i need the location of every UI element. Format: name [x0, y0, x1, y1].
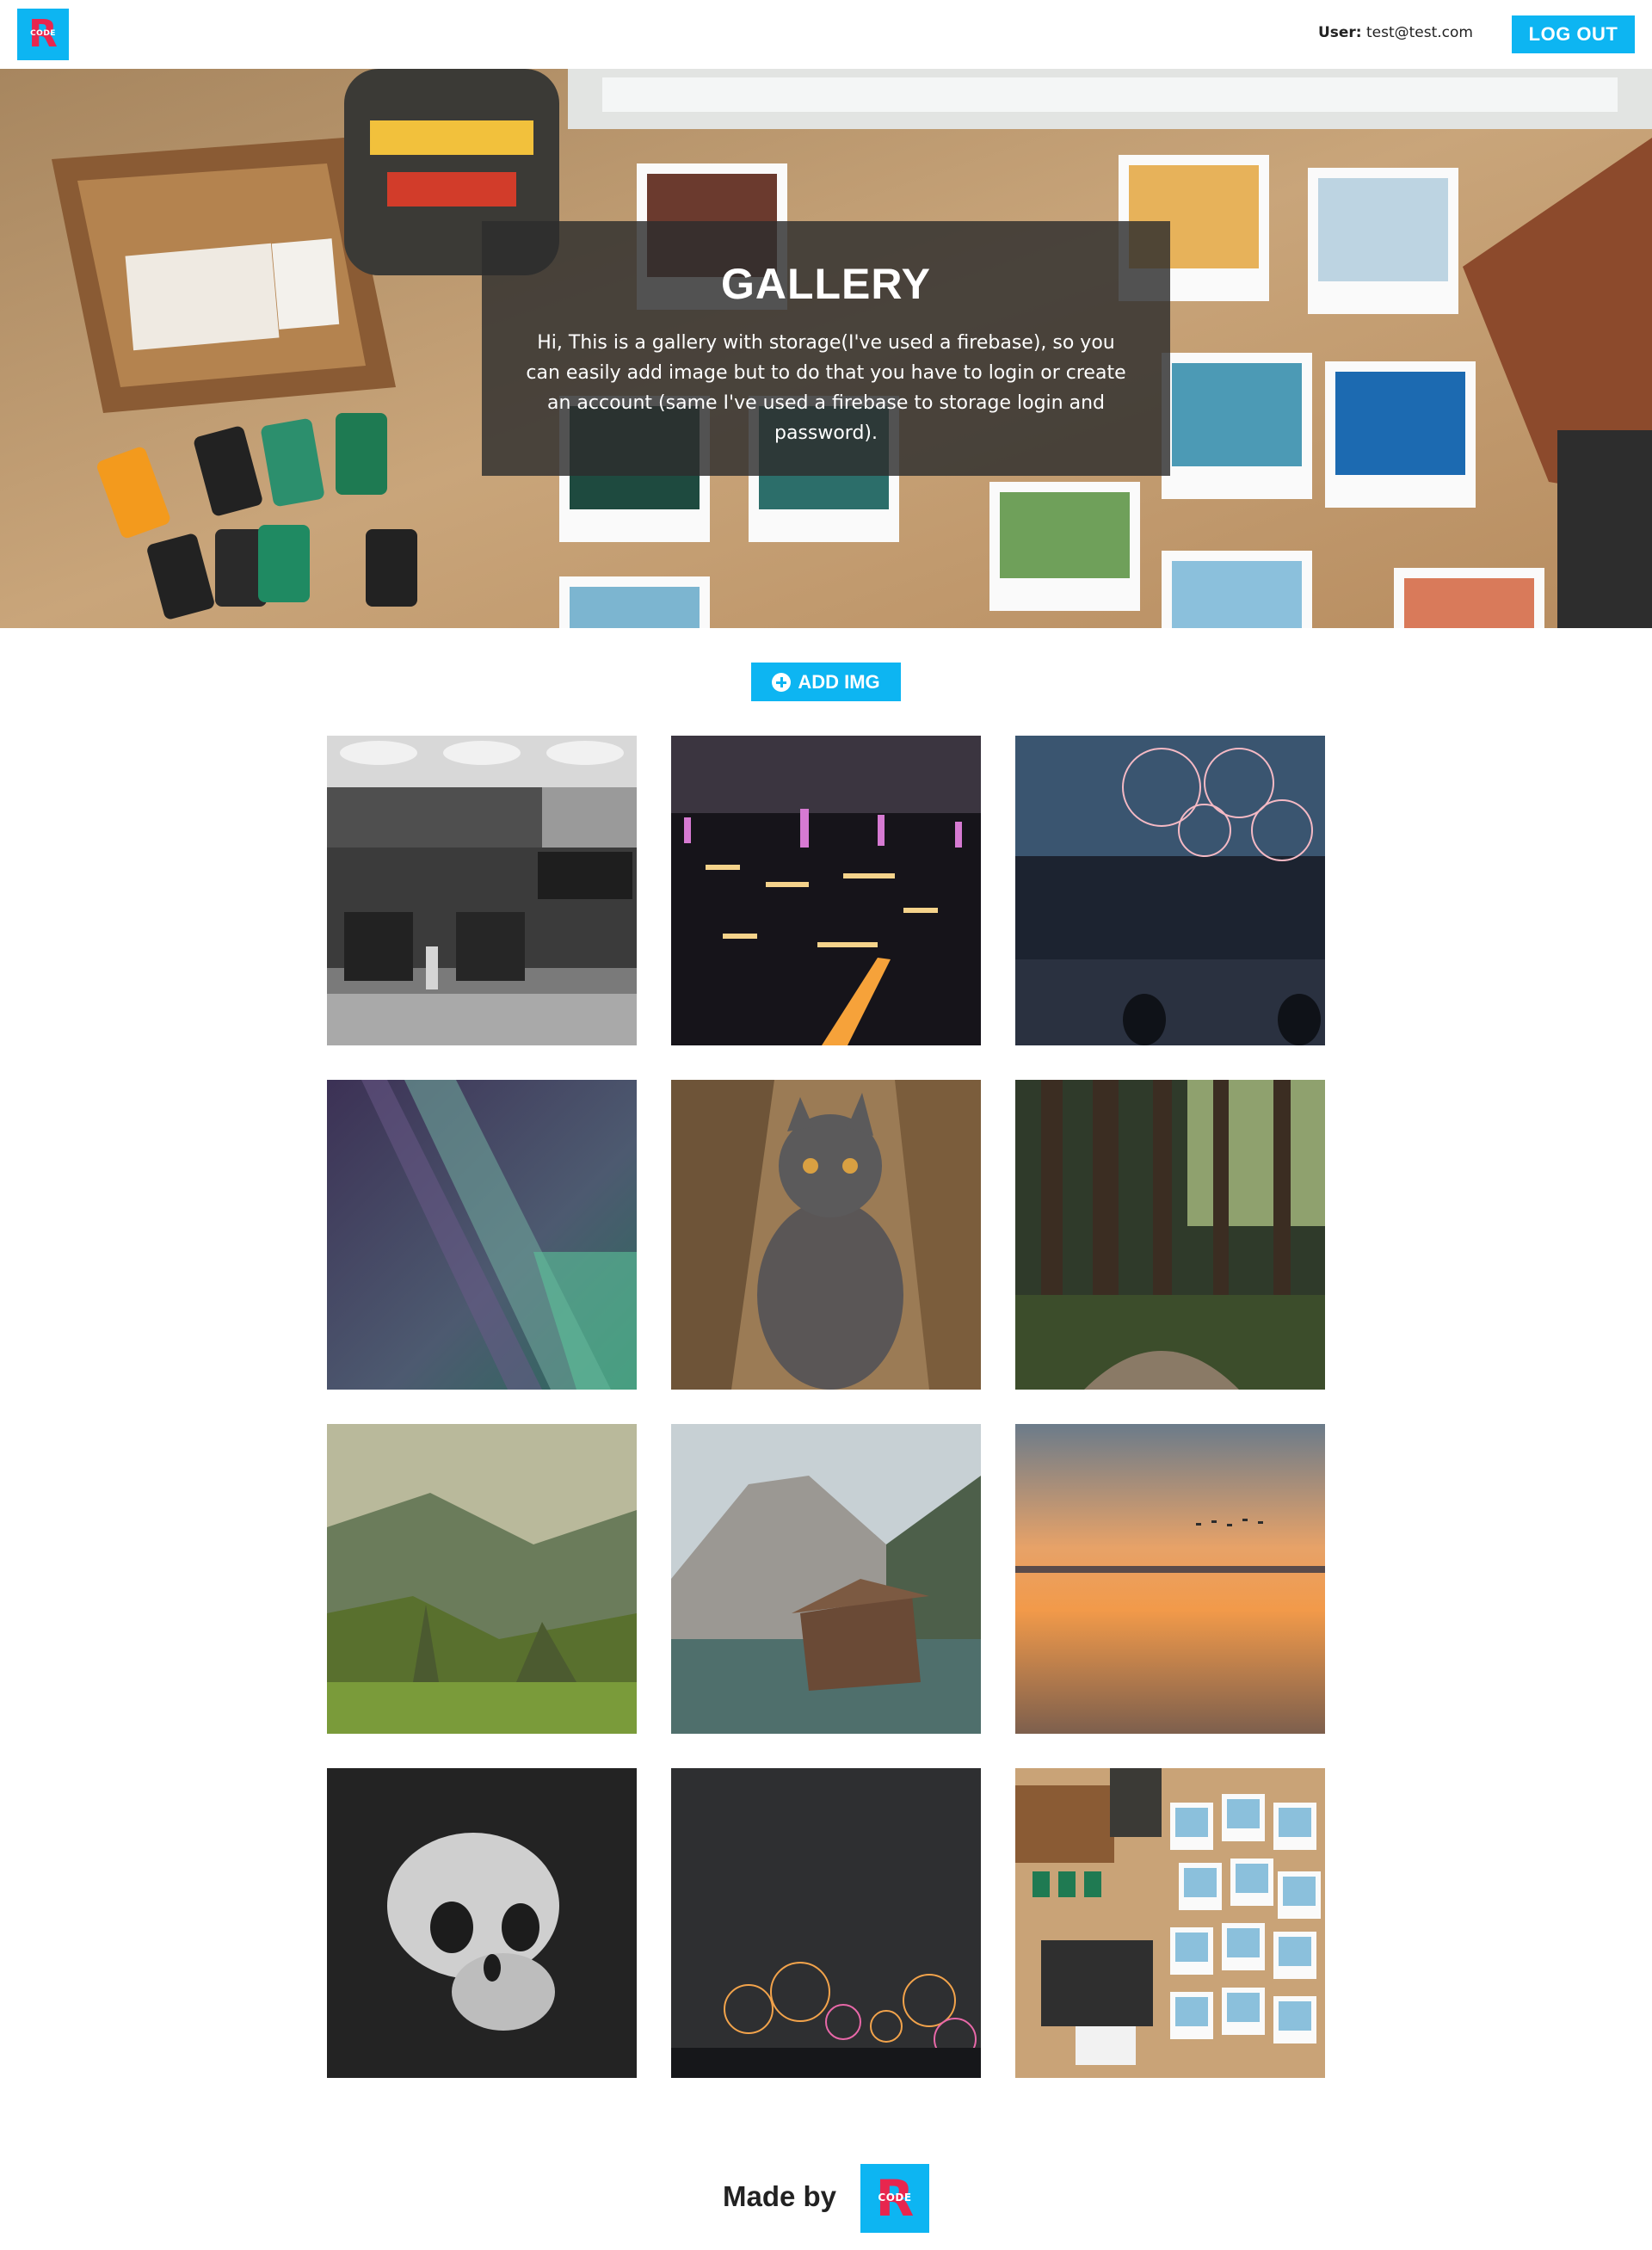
gallery-photo-lake-cabin[interactable] [671, 1424, 981, 1734]
hero-description: Hi, This is a gallery with storage(I've … [526, 332, 1126, 444]
gallery-photo-skull[interactable] [327, 1768, 637, 2078]
gallery-photo-sunset-beach[interactable] [1015, 1424, 1325, 1734]
user-info: User: test@test.com [1318, 24, 1473, 41]
gallery-photo-forest[interactable] [1015, 1080, 1325, 1390]
r-code-logo-icon: R CODE [28, 12, 58, 56]
hero-panel: GALLERY Hi, This is a gallery with stora… [482, 221, 1170, 476]
gallery-photo-city-night[interactable] [671, 736, 981, 1045]
logout-button[interactable]: LOG OUT [1512, 15, 1635, 53]
gallery-photo-aurora[interactable] [327, 1080, 637, 1390]
footer-brand-logo[interactable]: R CODE [860, 2164, 929, 2233]
brand-logo[interactable]: R CODE [17, 9, 69, 60]
plus-circle-icon [772, 672, 792, 692]
r-code-logo-icon: R CODE [875, 2169, 915, 2228]
gallery-photo-fireworks-lake[interactable] [1015, 736, 1325, 1045]
gallery-photo-polaroids-table[interactable] [1015, 1768, 1325, 2078]
add-image-label: ADD IMG [798, 670, 880, 693]
made-by-text: Made by [723, 2180, 837, 2212]
top-bar: R CODE User: test@test.com LOG OUT [0, 0, 1652, 69]
gallery-photo-cat[interactable] [671, 1080, 981, 1390]
hero-banner: GALLERY Hi, This is a gallery with stora… [0, 69, 1652, 628]
gallery-photo-fireworks-city[interactable] [671, 1768, 981, 2078]
footer: Made by R CODE [0, 2160, 1652, 2233]
add-image-button[interactable]: ADD IMG [751, 663, 901, 701]
gallery-photo-theatre-street[interactable] [327, 736, 637, 1045]
gallery-photo-mountains[interactable] [327, 1424, 637, 1734]
page-title: GALLERY [720, 260, 932, 308]
user-email: test@test.com [1365, 24, 1473, 41]
user-label: User: [1317, 24, 1362, 41]
